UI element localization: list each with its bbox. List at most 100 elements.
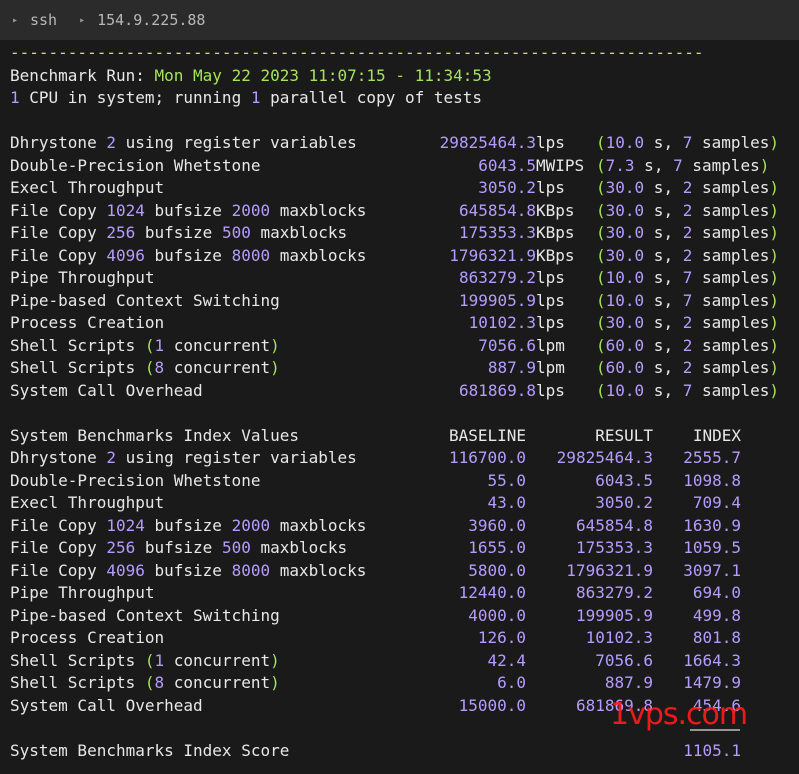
index-result: 887.9 bbox=[604, 673, 653, 692]
result-samples: 7 bbox=[682, 290, 693, 310]
test-name-part: concurrent bbox=[164, 673, 271, 692]
result-samples: 7 bbox=[682, 380, 693, 400]
index-score-value: 1105.1 bbox=[683, 740, 741, 760]
index-value: 709.4 bbox=[692, 493, 741, 512]
result-row: System Call Overhead 681869.8 lps (10.0 s,… bbox=[10, 380, 795, 403]
test-name-part: File Copy bbox=[10, 560, 107, 580]
result-test-name: File Copy 4096 bufsize 8000 maxblocks bbox=[10, 245, 366, 268]
result-unit: lps bbox=[536, 313, 585, 332]
index-result: 10102.3 bbox=[585, 628, 653, 647]
test-name-part: System Call Overhead bbox=[10, 695, 203, 715]
index-result: 199905.9 bbox=[575, 605, 653, 625]
result-time: 10.0 bbox=[605, 268, 645, 287]
result-paren-close: ) bbox=[769, 335, 780, 355]
test-name-part: bufsize bbox=[144, 200, 232, 220]
result-time-unit: s, bbox=[644, 380, 683, 400]
test-name-part: File Copy bbox=[10, 538, 107, 557]
cpu-info-line: 1 CPU in system; running 1 parallel copy… bbox=[10, 87, 795, 110]
result-row: Pipe-based Context Switching 199905.9 lps … bbox=[10, 290, 795, 313]
result-time: 7.3 bbox=[605, 155, 635, 175]
test-name-part: maxblocks bbox=[270, 515, 367, 535]
result-time: 30.0 bbox=[605, 245, 645, 265]
result-test-name: Execl Throughput bbox=[10, 177, 164, 200]
cpu-text-2: parallel copy of tests bbox=[260, 88, 483, 107]
terminal-output[interactable]: ----------------------------------------… bbox=[10, 42, 795, 762]
result-value: 1796321.9 bbox=[449, 245, 536, 265]
result-row: Execl Throughput 3050.2 lps (30.0 s, 2 sam… bbox=[10, 177, 795, 200]
index-result: 6043.5 bbox=[595, 470, 653, 490]
result-samples: 2 bbox=[682, 178, 693, 197]
result-row: File Copy 256 bufsize 500 maxblocks 17535… bbox=[10, 222, 795, 245]
result-value: 10102.3 bbox=[468, 313, 536, 332]
result-unit: KBps bbox=[536, 200, 585, 220]
test-name-part: maxblocks bbox=[270, 245, 367, 265]
result-paren-close: ) bbox=[769, 268, 780, 287]
test-name-part: bufsize bbox=[135, 223, 222, 242]
test-name-part: 2000 bbox=[231, 515, 271, 535]
result-time-unit: s, bbox=[644, 245, 683, 265]
index-test-name: Shell Scripts (8 concurrent) bbox=[10, 672, 280, 695]
test-name-part: 1024 bbox=[106, 200, 145, 220]
index-row: Pipe Throughput 12440.0 863279.2 694.0 bbox=[10, 582, 795, 605]
index-underline bbox=[690, 729, 740, 731]
test-name-part: Double-Precision Whetstone bbox=[10, 470, 261, 490]
index-value: 1098.8 bbox=[683, 470, 741, 490]
result-paren-close: ) bbox=[769, 223, 780, 242]
test-name-part: 8000 bbox=[231, 245, 271, 265]
test-name-part: Pipe-based Context Switching bbox=[10, 605, 280, 625]
result-samples-label: samples bbox=[692, 200, 770, 220]
result-detail: (60.0 s, 2 samples) bbox=[596, 357, 779, 380]
result-samples: 2 bbox=[682, 245, 693, 265]
benchmark-run-line: Benchmark Run: Mon May 22 2023 11:07:15 … bbox=[10, 65, 795, 88]
result-paren-close: ) bbox=[759, 155, 770, 175]
test-name-part: Process Creation bbox=[10, 313, 165, 332]
test-name-part: Execl Throughput bbox=[10, 178, 165, 197]
test-name-part: 4096 bbox=[106, 245, 145, 265]
breadcrumb-host[interactable]: 154.9.225.88 bbox=[97, 11, 205, 29]
test-name-part: Pipe Throughput bbox=[10, 268, 155, 287]
result-paren-close: ) bbox=[769, 313, 780, 332]
result-test-name: Pipe-based Context Switching bbox=[10, 290, 280, 313]
index-score-row: System Benchmarks Index Score 1105.1 bbox=[10, 740, 795, 763]
index-value: 1059.5 bbox=[683, 538, 741, 557]
result-paren-open: ( bbox=[596, 268, 606, 287]
test-name-part: System Call Overhead bbox=[10, 380, 203, 400]
result-samples-label: samples bbox=[692, 268, 770, 287]
index-baseline: 12440.0 bbox=[458, 583, 526, 602]
result-time-unit: s, bbox=[644, 358, 683, 377]
index-value: 3097.1 bbox=[683, 560, 741, 580]
index-row: Pipe-based Context Switching 4000.0 199905… bbox=[10, 605, 795, 628]
index-test-name: Process Creation bbox=[10, 627, 164, 650]
result-detail: (10.0 s, 7 samples) bbox=[596, 290, 779, 313]
index-row: Shell Scripts (8 concurrent) 6.0 887.9 1479… bbox=[10, 672, 795, 695]
test-name-part: ) bbox=[270, 673, 280, 692]
result-time: 30.0 bbox=[605, 313, 645, 332]
result-unit: lpm bbox=[536, 358, 585, 377]
test-name-part: ) bbox=[270, 335, 280, 355]
result-paren-close: ) bbox=[769, 200, 780, 220]
breadcrumb-arrow-icon: ▸ bbox=[12, 14, 19, 26]
test-name-part: maxblocks bbox=[270, 560, 367, 580]
cpu-text-1: CPU in system; running bbox=[19, 88, 251, 107]
result-paren-close: ) bbox=[769, 358, 780, 377]
breadcrumb-ssh[interactable]: ssh bbox=[30, 11, 57, 29]
index-value: 2555.7 bbox=[683, 448, 741, 467]
test-name-part: Shell Scripts bbox=[10, 335, 145, 355]
result-value: 29825464.3 bbox=[439, 133, 536, 152]
result-row: Double-Precision Whetstone 6043.5 MWIPS (7.… bbox=[10, 155, 795, 178]
index-test-name: File Copy 256 bufsize 500 maxblocks bbox=[10, 537, 347, 560]
index-value: 454.6 bbox=[692, 695, 741, 715]
result-paren-close: ) bbox=[769, 245, 780, 265]
benchmark-run-time: Mon May 22 2023 11:07:15 - 11:34:53 bbox=[154, 65, 492, 85]
index-test-name: File Copy 1024 bufsize 2000 maxblocks bbox=[10, 515, 366, 538]
test-name-part: Dhrystone bbox=[10, 448, 107, 467]
result-paren-open: ( bbox=[596, 313, 606, 332]
test-name-part: ( bbox=[144, 673, 155, 692]
result-unit: lps bbox=[536, 380, 585, 400]
index-value: 1630.9 bbox=[683, 515, 741, 535]
index-result: 681869.8 bbox=[575, 695, 653, 715]
test-name-part: concurrent bbox=[164, 358, 271, 377]
test-name-part: bufsize bbox=[135, 538, 222, 557]
result-unit: lpm bbox=[536, 335, 585, 355]
